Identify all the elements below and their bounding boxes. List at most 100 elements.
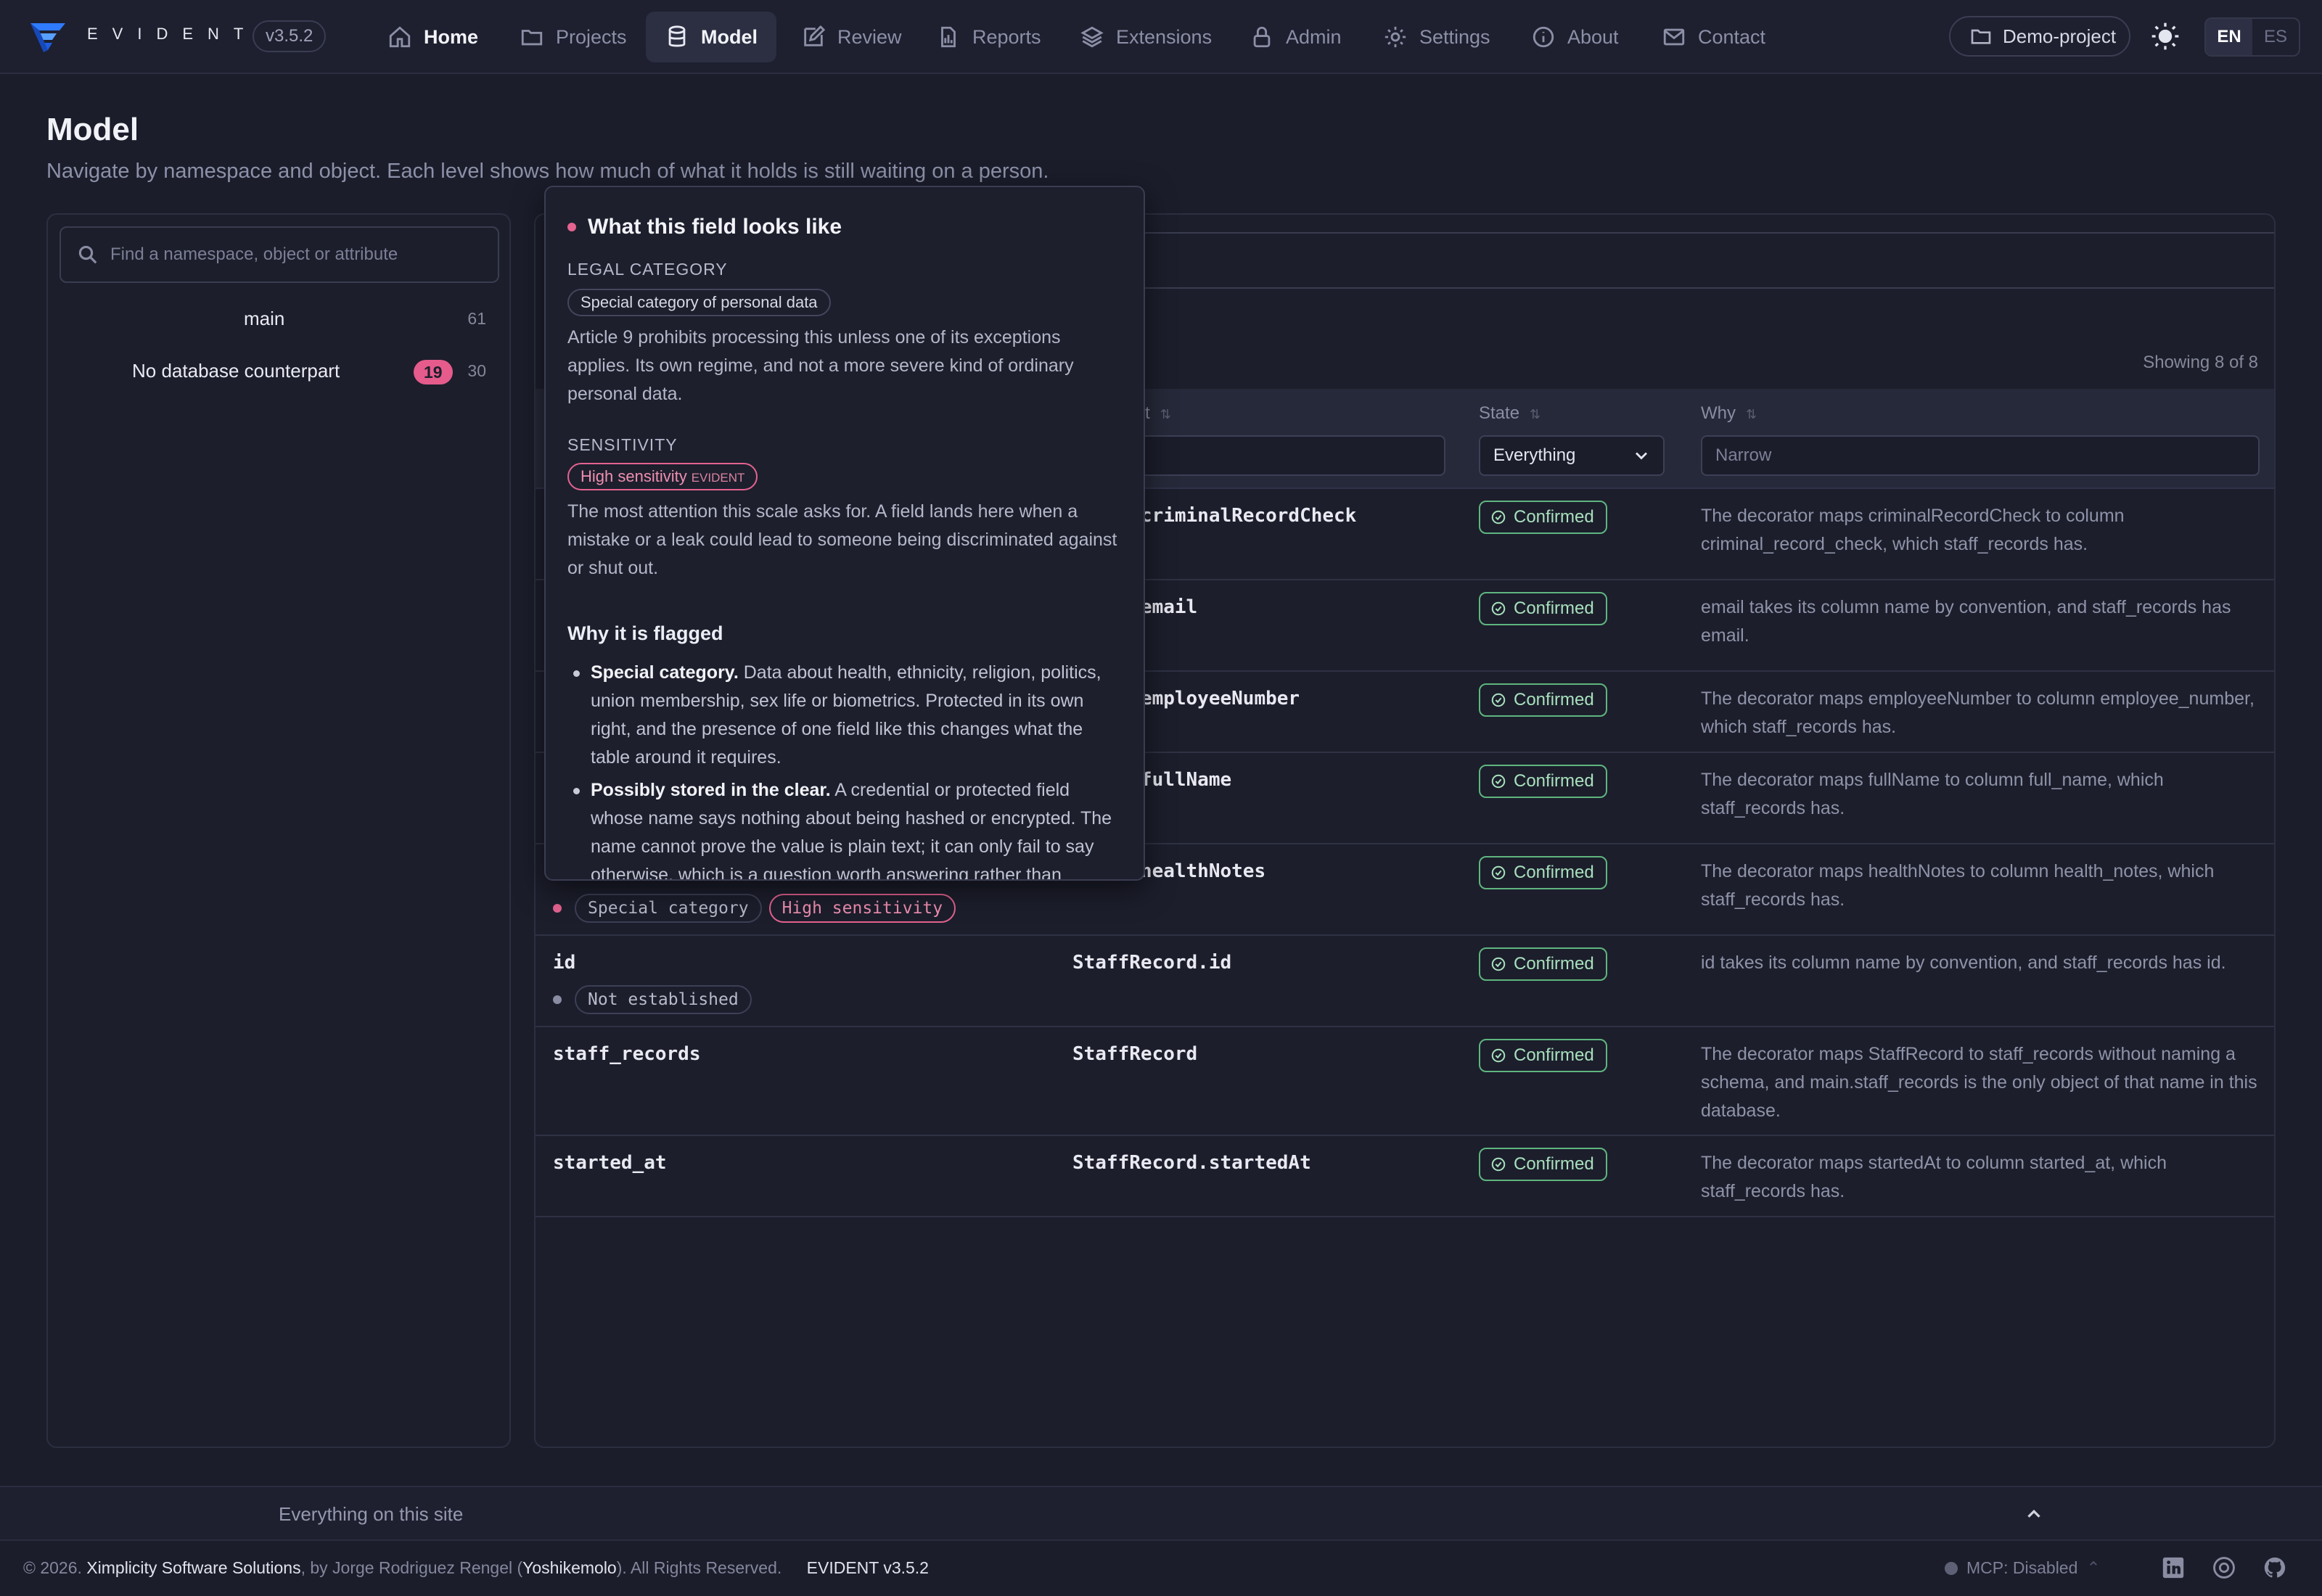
- why-cell: The decorator maps startedAt to column s…: [1701, 1153, 2167, 1201]
- folder-icon: [521, 30, 543, 46]
- author-link[interactable]: Yoshikemolo: [522, 1558, 617, 1577]
- why-cell: The decorator maps fullName to column fu…: [1701, 770, 2164, 818]
- why-cell: id takes its column name by convention, …: [1701, 953, 2226, 973]
- state-filter-select[interactable]: Everything: [1479, 435, 1665, 476]
- globe-icon[interactable]: [2212, 1555, 2236, 1580]
- nav-review[interactable]: Review: [782, 12, 921, 62]
- nav-home[interactable]: Home: [369, 12, 497, 62]
- column-why[interactable]: Why ⇅: [1701, 403, 1757, 424]
- mcp-status[interactable]: MCP: Disabled ⌃: [1945, 1558, 2101, 1578]
- column-label: Why: [1701, 403, 1736, 423]
- legal-category-caption: LEGAL CATEGORY: [567, 260, 728, 279]
- flag-dot-icon: [553, 904, 562, 913]
- status-badge: Confirmed: [1479, 1039, 1607, 1072]
- page-subtitle: Navigate by namespace and object. Each l…: [46, 160, 1049, 183]
- lang-en[interactable]: EN: [2206, 19, 2252, 55]
- mcp-label: MCP: Disabled: [1966, 1558, 2078, 1577]
- language-switcher: EN ES: [2204, 17, 2300, 57]
- status-badge: Confirmed: [1479, 683, 1607, 717]
- page-title: Model: [46, 112, 139, 147]
- nav-label: Projects: [556, 25, 627, 48]
- nav-label: About: [1567, 25, 1619, 48]
- nav-label: Settings: [1419, 25, 1490, 48]
- name-cell: id: [553, 952, 576, 974]
- tree-item-count: 61: [467, 309, 486, 328]
- theme-toggle-sun-icon[interactable]: [2151, 22, 2180, 51]
- check-circle-icon: [1491, 601, 1506, 616]
- table-row[interactable]: started_at StaffRecord.startedAt Confirm…: [536, 1136, 2274, 1217]
- nav-model[interactable]: Model: [646, 12, 776, 62]
- table-row[interactable]: id StaffRecord.id Not established Confir…: [536, 936, 2274, 1027]
- folder-icon: [1971, 29, 1991, 44]
- report-icon: [941, 26, 956, 48]
- layers-icon: [1080, 26, 1104, 48]
- tree-item-main[interactable]: main: [244, 308, 284, 330]
- tree-search-input[interactable]: Find a namespace, object or attribute: [60, 226, 499, 283]
- github-icon[interactable]: [2262, 1555, 2287, 1580]
- site-panel-bar[interactable]: Everything on this site: [0, 1486, 2322, 1539]
- author-text: , by Jorge Rodriguez Rengel (: [300, 1558, 523, 1577]
- column-state[interactable]: State ⇅: [1479, 403, 1541, 424]
- status-badge: Confirmed: [1479, 765, 1607, 798]
- nav-label: Reports: [972, 25, 1041, 48]
- why-cell: The decorator maps StaffRecord to staff_…: [1701, 1044, 2257, 1121]
- why-flagged-heading: Why it is flagged: [567, 622, 723, 644]
- table-row[interactable]: staff_records StaffRecord Confirmed The …: [536, 1027, 2274, 1136]
- tag-high-sensitivity[interactable]: High sensitivity: [768, 894, 956, 923]
- evident-logo[interactable]: [28, 17, 68, 55]
- nav-projects[interactable]: Projects: [501, 12, 646, 62]
- status-badge: Confirmed: [1479, 1148, 1607, 1181]
- flag-dot-icon: [567, 223, 576, 231]
- nav-settings[interactable]: Settings: [1364, 12, 1509, 62]
- status-label: Confirmed: [1514, 771, 1594, 791]
- nav-label: Extensions: [1116, 25, 1213, 48]
- tree-item-no-db-counterpart[interactable]: No database counterpart: [132, 360, 340, 382]
- footer-version: EVIDENT v3.5.2: [806, 1558, 929, 1577]
- status-badge: Confirmed: [1479, 856, 1607, 889]
- status-badge: Confirmed: [1479, 501, 1607, 534]
- linkedin-icon[interactable]: [2161, 1555, 2186, 1580]
- nav-admin[interactable]: Admin: [1231, 12, 1361, 62]
- nav-label: Review: [837, 25, 902, 48]
- why-cell: The decorator maps healthNotes to column…: [1701, 861, 2215, 910]
- popover-title-text: What this field looks like: [588, 215, 842, 239]
- project-selector[interactable]: Demo-project: [1949, 16, 2130, 57]
- mail-icon: [1663, 28, 1685, 46]
- company-link[interactable]: Ximplicity Software Solutions: [86, 1558, 300, 1577]
- info-icon: [1533, 26, 1554, 48]
- status-label: Confirmed: [1514, 1045, 1594, 1065]
- why-cell: The decorator maps criminalRecordCheck t…: [1701, 506, 2125, 554]
- why-cell: The decorator maps employeeNumber to col…: [1701, 688, 2255, 737]
- popover-title: What this field looks like: [567, 215, 842, 239]
- lang-es[interactable]: ES: [2252, 19, 2299, 55]
- nav-label: Admin: [1286, 25, 1342, 48]
- site-panel-toggle[interactable]: Everything on this site: [279, 1503, 463, 1526]
- edit-icon: [804, 25, 826, 46]
- status-label: Confirmed: [1514, 954, 1594, 974]
- check-circle-icon: [1491, 510, 1506, 525]
- tag-not-established[interactable]: Not established: [575, 985, 752, 1014]
- status-label: Confirmed: [1514, 690, 1594, 709]
- column-label: State: [1479, 403, 1520, 423]
- status-dot-icon: [1945, 1561, 1958, 1575]
- nav-contact[interactable]: Contact: [1643, 12, 1784, 62]
- why-filter-input[interactable]: Narrow: [1701, 435, 2260, 476]
- nav-reports[interactable]: Reports: [917, 12, 1060, 62]
- status-label: Confirmed: [1514, 1154, 1594, 1174]
- sensitivity-caption: SENSITIVITY: [567, 435, 678, 454]
- nav-about[interactable]: About: [1512, 12, 1638, 62]
- tag-special-category[interactable]: Special category: [575, 894, 762, 923]
- chevron-up-icon[interactable]: [2023, 1503, 2045, 1525]
- namespace-tree-panel: Find a namespace, object or attribute ma…: [46, 213, 511, 1448]
- element-cell: StaffRecord: [1072, 1043, 1198, 1065]
- gear-icon: [1384, 26, 1406, 48]
- reason-item: Possibly stored in the clear. A credenti…: [567, 776, 1126, 879]
- name-cell: started_at: [553, 1152, 667, 1174]
- legal-category-text: Article 9 prohibits processing this unle…: [567, 327, 1074, 404]
- nav-label: Contact: [1698, 25, 1766, 48]
- sensitivity-text: The most attention this scale asks for. …: [567, 501, 1117, 578]
- nav-extensions[interactable]: Extensions: [1061, 12, 1231, 62]
- nav-label: Home: [424, 25, 479, 48]
- status-label: Confirmed: [1514, 598, 1594, 618]
- why-filter-placeholder: Narrow: [1715, 445, 1772, 465]
